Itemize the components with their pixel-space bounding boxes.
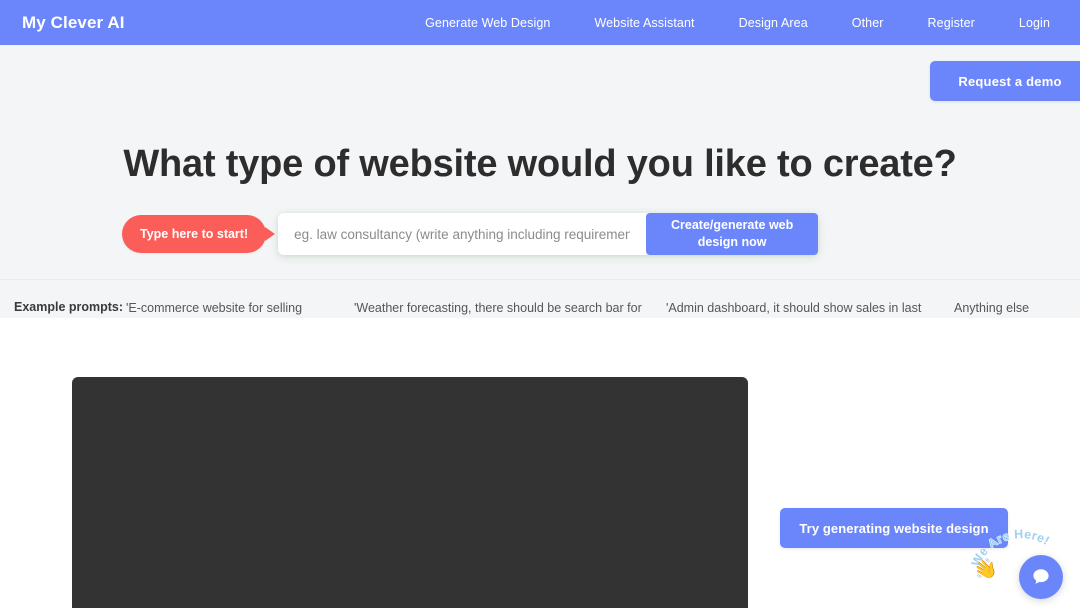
prompt-input-group: Create/generate web design now (278, 213, 819, 255)
chat-bubble-button[interactable] (1019, 555, 1063, 599)
chat-bubble-icon (1033, 569, 1049, 584)
chat-widget: We Are Here! 👋 (968, 522, 1068, 600)
example-prompts-label: Example prompts: (14, 300, 124, 314)
hero-section: Request a demo What type of website woul… (0, 45, 1080, 335)
nav-link-other[interactable]: Other (830, 16, 906, 30)
prompt-entry-row: Type here to start! Create/generate web … (122, 213, 819, 255)
nav-link-register[interactable]: Register (906, 16, 997, 30)
page-title: What type of website would you like to c… (123, 143, 957, 185)
brand-logo[interactable]: My Clever AI (22, 13, 125, 33)
top-navbar: My Clever AI Generate Web Design Website… (0, 0, 1080, 45)
video-preview-placeholder[interactable] (72, 377, 748, 608)
prompt-input[interactable] (278, 213, 647, 255)
nav-link-website-assistant[interactable]: Website Assistant (572, 16, 716, 30)
request-demo-button[interactable]: Request a demo (930, 61, 1080, 101)
waving-hand-icon: 👋 (971, 556, 1001, 585)
type-here-badge: Type here to start! (122, 215, 276, 253)
nav-link-login[interactable]: Login (997, 16, 1060, 30)
nav-link-design-area[interactable]: Design Area (717, 16, 830, 30)
nav-links: Generate Web Design Website Assistant De… (403, 16, 1060, 30)
create-generate-button[interactable]: Create/generate web design now (646, 213, 819, 255)
preview-section: Try generating website design We Are Her… (0, 318, 1080, 608)
nav-link-generate-web-design[interactable]: Generate Web Design (403, 16, 572, 30)
